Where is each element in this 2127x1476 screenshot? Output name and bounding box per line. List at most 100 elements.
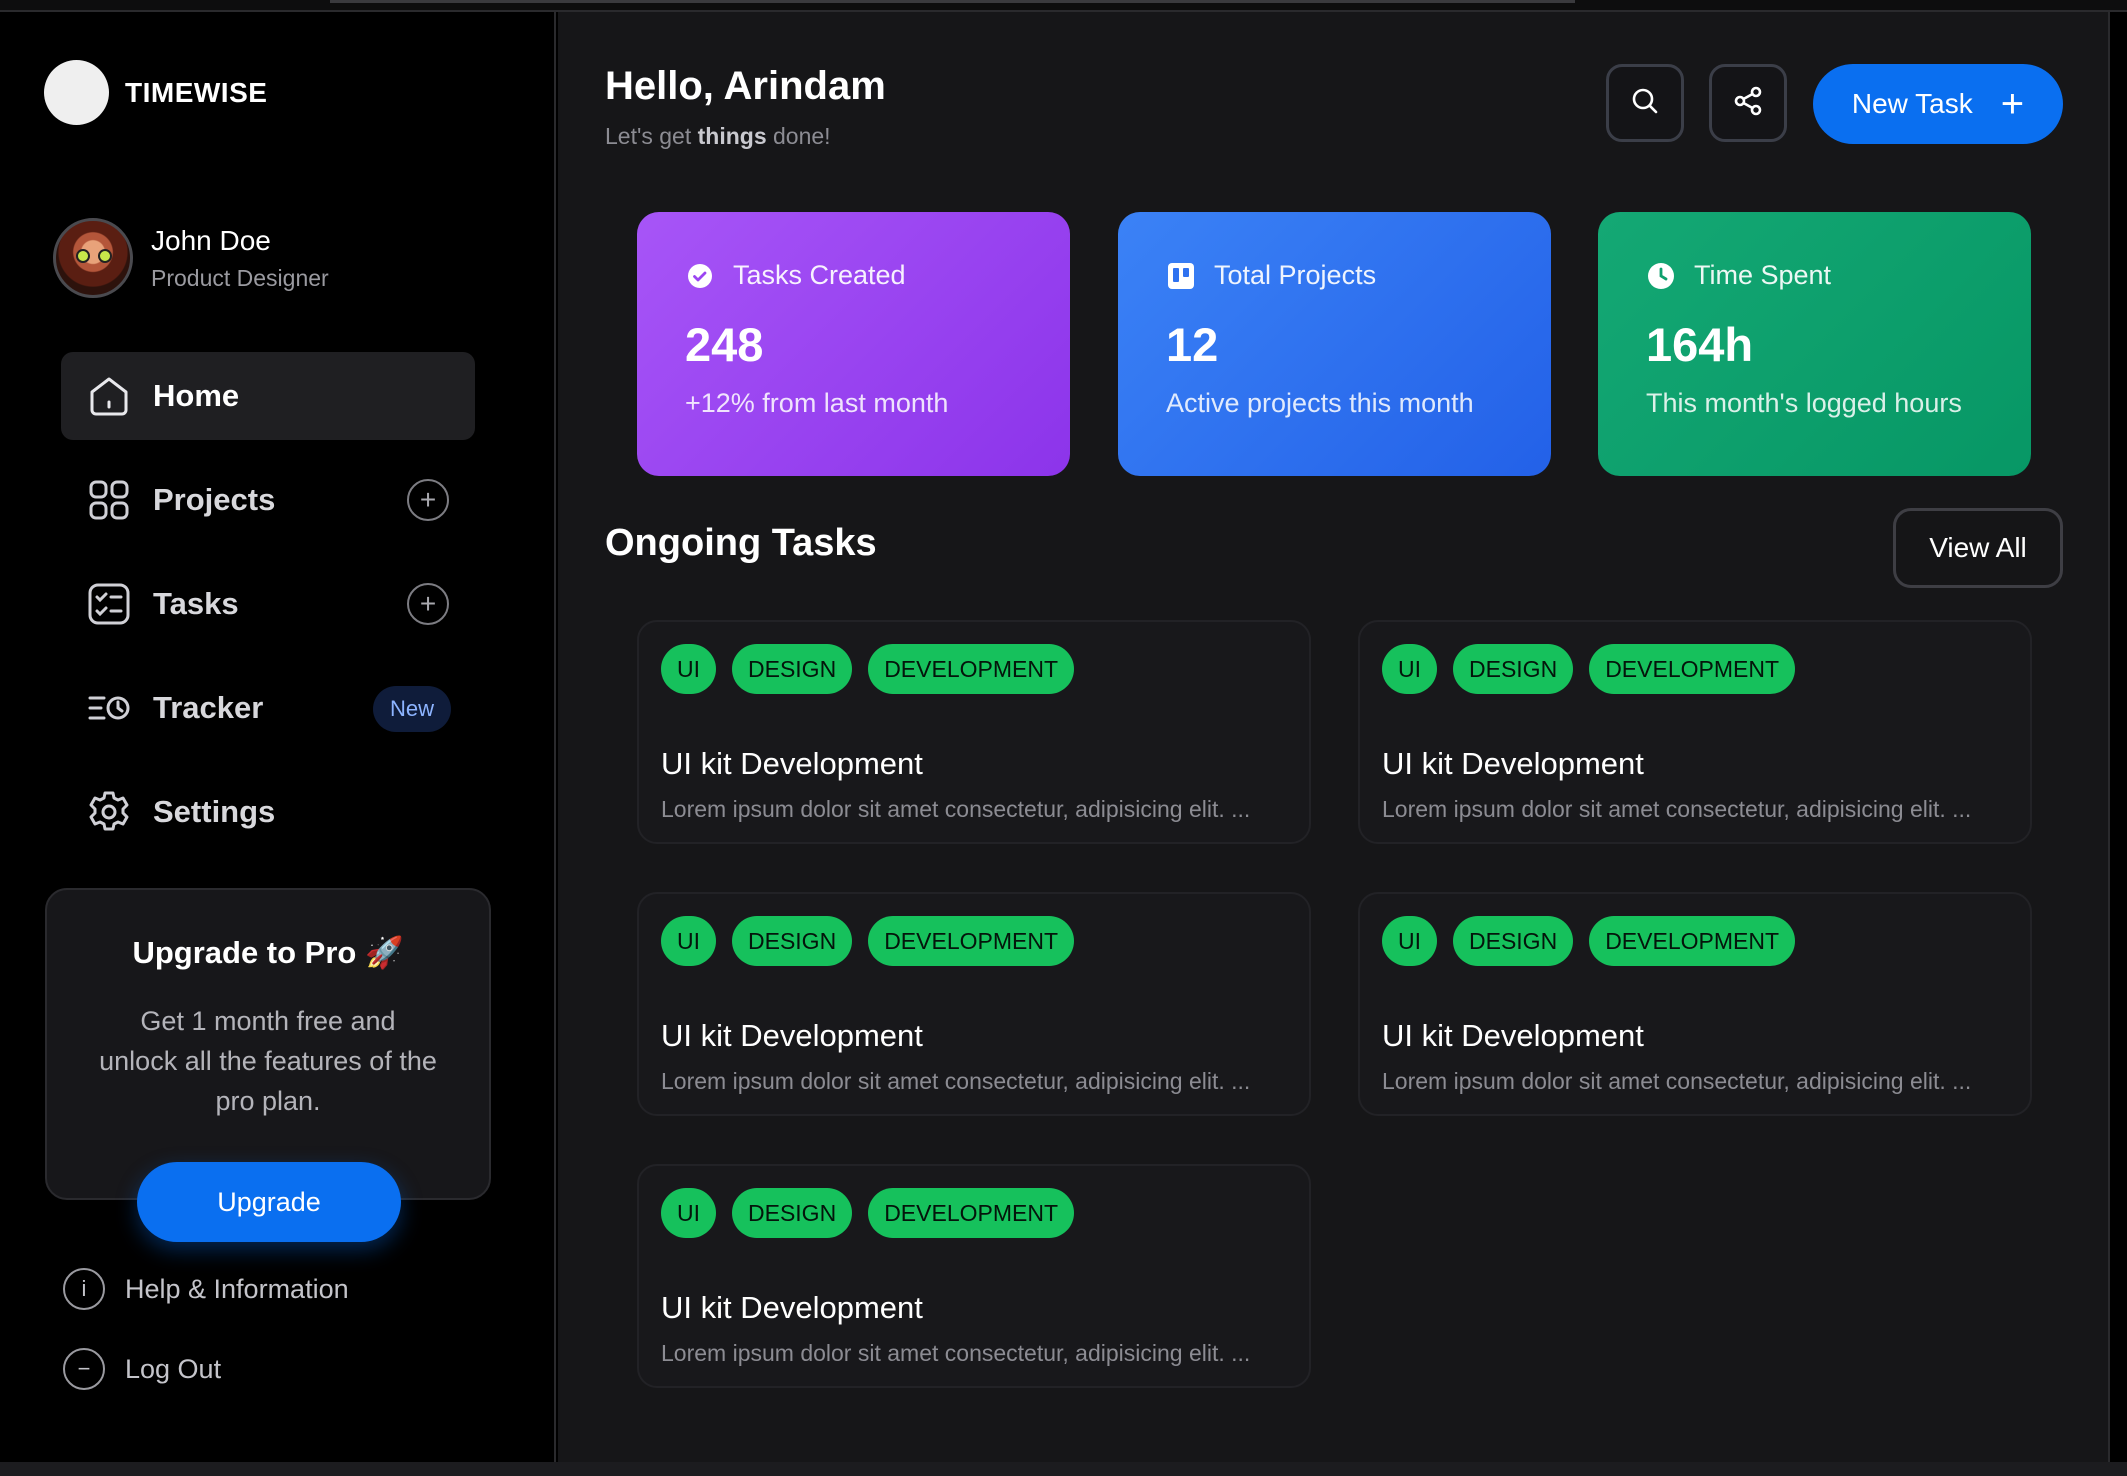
task-tag: DEVELOPMENT [1589, 644, 1796, 694]
subtitle-bold: things [697, 123, 767, 149]
subtitle-prefix: Let's get [605, 123, 698, 149]
task-description: Lorem ipsum dolor sit amet consectetur, … [661, 1340, 1251, 1366]
avatar [53, 218, 133, 298]
task-description: Lorem ipsum dolor sit amet consectetur, … [661, 796, 1251, 822]
page-subtitle: Let's get things done! [605, 123, 886, 150]
new-task-button[interactable]: New Task + [1813, 64, 2063, 144]
grid-icon [87, 478, 131, 522]
sidebar-nav: Home Projects + Tasks + Tracker New Sett… [61, 352, 475, 872]
task-tag: DESIGN [1453, 916, 1574, 966]
avatar-eye [76, 249, 90, 263]
task-tag: DESIGN [732, 1188, 853, 1238]
gear-icon [87, 790, 131, 834]
stat-note: This month's logged hours [1646, 388, 1962, 418]
avatar-eye [98, 249, 112, 263]
task-card[interactable]: UI DESIGN DEVELOPMENT UI kit Development Lor… [637, 1164, 1311, 1388]
sidebar-item-label: Tasks [153, 586, 239, 621]
profile-role: Product Designer [151, 264, 329, 291]
stat-title: Time Spent [1694, 260, 1832, 290]
share-icon [1732, 85, 1764, 122]
stat-note: Active projects this month [1166, 388, 1474, 418]
upgrade-card: Upgrade to Pro 🚀 Get 1 month free and un… [45, 888, 491, 1242]
new-task-label: New Task [1851, 88, 1973, 119]
view-all-button[interactable]: View All [1893, 508, 2063, 588]
stat-value: 248 [685, 318, 764, 371]
task-tag: DEVELOPMENT [868, 644, 1075, 694]
task-tags: UI DESIGN DEVELOPMENT [661, 916, 1287, 966]
window-bottom-edge [0, 1462, 2127, 1476]
stat-note: +12% from last month [685, 388, 949, 418]
task-tag: DEVELOPMENT [1589, 916, 1796, 966]
brand-name: TIMEWISE [125, 76, 268, 108]
stat-card-time-spent: Time Spent 164h This month's logged hour… [1598, 212, 2031, 476]
task-title: UI kit Development [1382, 1018, 1644, 1053]
task-description: Lorem ipsum dolor sit amet consectetur, … [1382, 1068, 1972, 1094]
board-icon [1166, 261, 1196, 291]
sidebar: TIMEWISE John Doe Product Designer Home [0, 12, 556, 1462]
share-button[interactable] [1709, 64, 1787, 142]
sidebar-item-home[interactable]: Home [61, 352, 475, 440]
help-link[interactable]: i Help & Information [63, 1268, 349, 1310]
subtitle-suffix: done! [766, 123, 831, 149]
stat-title: Total Projects [1214, 260, 1377, 290]
upgrade-button[interactable]: Upgrade [137, 1162, 401, 1242]
tracker-icon [87, 686, 131, 730]
sidebar-item-settings[interactable]: Settings [61, 768, 475, 856]
task-title: UI kit Development [661, 1018, 923, 1053]
task-description: Lorem ipsum dolor sit amet consectetur, … [1382, 796, 1972, 822]
task-tag: UI [661, 1188, 716, 1238]
stat-title: Tasks Created [733, 260, 906, 290]
greeting: Hello, Arindam Let's get things done! [605, 64, 886, 150]
task-tags: UI DESIGN DEVELOPMENT [661, 644, 1287, 694]
task-tag: DESIGN [1453, 644, 1574, 694]
new-badge: New [372, 686, 451, 732]
page-title: Hello, Arindam [605, 64, 886, 108]
upgrade-title: Upgrade to Pro 🚀 [132, 935, 404, 970]
stat-value: 164h [1646, 318, 1754, 371]
task-card[interactable]: UI DESIGN DEVELOPMENT UI kit Development Lor… [637, 892, 1311, 1116]
sidebar-item-tracker[interactable]: Tracker New [61, 664, 475, 752]
task-card[interactable]: UI DESIGN DEVELOPMENT UI kit Development Lor… [1358, 620, 2032, 844]
title-bar-strip [330, 0, 1575, 3]
task-tag: UI [1382, 644, 1437, 694]
task-tag: DEVELOPMENT [868, 916, 1075, 966]
sidebar-item-label: Settings [153, 794, 276, 829]
profile-name: John Doe [151, 224, 271, 256]
stat-card-total-projects: Total Projects 12 Active projects this m… [1118, 212, 1551, 476]
task-title: UI kit Development [661, 1290, 923, 1325]
task-card[interactable]: UI DESIGN DEVELOPMENT UI kit Development Lor… [637, 620, 1311, 844]
user-profile[interactable]: John Doe Product Designer [53, 218, 329, 298]
sidebar-item-projects[interactable]: Projects + [61, 456, 475, 544]
sidebar-item-tasks[interactable]: Tasks + [61, 560, 475, 648]
clock-icon [1646, 261, 1676, 291]
section-title: Ongoing Tasks [605, 522, 877, 564]
task-tags: UI DESIGN DEVELOPMENT [661, 1188, 1287, 1238]
task-card[interactable]: UI DESIGN DEVELOPMENT UI kit Development Lor… [1358, 892, 2032, 1116]
task-tags: UI DESIGN DEVELOPMENT [1382, 916, 2008, 966]
add-project-button[interactable]: + [407, 479, 449, 521]
main-content: Hello, Arindam Let's get things done! Ne… [558, 12, 2110, 1462]
check-circle-icon [685, 261, 715, 291]
task-tag: DESIGN [732, 644, 853, 694]
search-button[interactable] [1606, 64, 1684, 142]
sidebar-item-label: Home [153, 378, 240, 413]
add-task-button[interactable]: + [407, 583, 449, 625]
sidebar-item-label: Tracker [153, 690, 264, 725]
task-title: UI kit Development [1382, 746, 1644, 781]
sidebar-item-label: Projects [153, 482, 276, 517]
logout-label: Log Out [125, 1353, 222, 1384]
task-title: UI kit Development [661, 746, 923, 781]
logout-link[interactable]: − Log Out [63, 1348, 221, 1390]
checklist-icon [87, 582, 131, 626]
task-tag: UI [661, 644, 716, 694]
stat-value: 12 [1166, 318, 1219, 371]
task-tag: DESIGN [732, 916, 853, 966]
app-window: TIMEWISE John Doe Product Designer Home [0, 0, 2127, 1476]
info-icon: i [63, 1268, 105, 1310]
home-icon [87, 374, 131, 418]
task-tag: UI [661, 916, 716, 966]
plus-icon: + [2000, 82, 2025, 126]
help-label: Help & Information [125, 1273, 349, 1304]
brand[interactable]: TIMEWISE [44, 60, 267, 125]
task-tag: DEVELOPMENT [868, 1188, 1075, 1238]
